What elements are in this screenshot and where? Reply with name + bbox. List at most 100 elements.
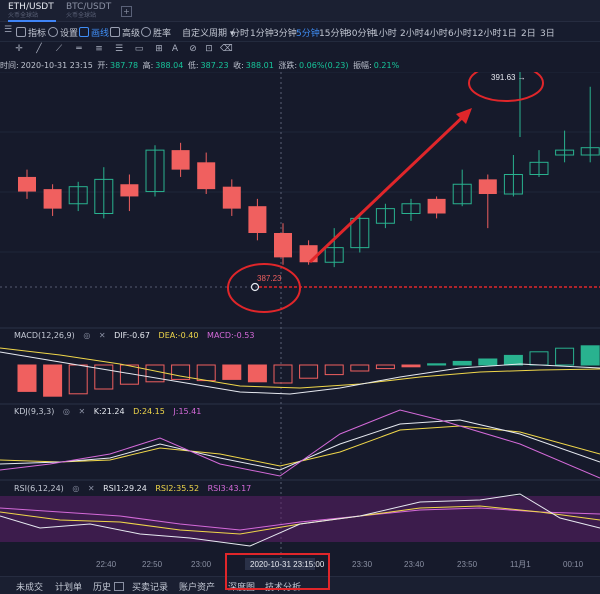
instrument-tab-bar: ETH/USDT 火币全球站 BTC/USDT 火币全球站 + — [0, 0, 600, 22]
amplitude-value: 0.21% — [373, 61, 400, 70]
advanced-label: 高级 — [122, 29, 141, 39]
candle-down — [248, 206, 267, 233]
time-tick: 22:50 — [142, 560, 163, 569]
custom-period-label: 自定义周期 — [182, 29, 228, 39]
rectangle-tool-icon[interactable]: ▭ — [134, 44, 144, 54]
measure-tool-icon[interactable]: ⊞ — [154, 44, 164, 54]
advanced-button[interactable]: 高级 — [110, 26, 140, 39]
macd-bar — [222, 364, 242, 380]
eye-icon[interactable]: ◎ — [63, 407, 70, 416]
period-30min[interactable]: 30分钟 — [346, 26, 375, 39]
candle-down — [171, 150, 190, 170]
lock-icon[interactable]: ⊡ — [204, 44, 214, 54]
candle-down — [120, 184, 139, 197]
price-chart[interactable]: 391.63 → 387.23 22:40 22:50 23:00 23:30 … — [0, 72, 600, 576]
macd-bar — [452, 360, 472, 366]
crosshair-icon[interactable]: ✛ — [14, 44, 24, 54]
macd-bar — [580, 345, 600, 366]
tab-account-assets[interactable]: 账户资产 — [179, 580, 215, 593]
low-highlight-circle — [227, 263, 301, 313]
macd-bar — [299, 364, 319, 379]
period-4h[interactable]: 4小时 — [424, 26, 448, 39]
trend-arrow-line — [308, 110, 470, 264]
indicators-label: 指标 — [28, 29, 47, 39]
eye-icon[interactable]: ◎ — [72, 484, 79, 493]
time-tick: 23:30 — [352, 560, 373, 569]
rsi3: RSI3:43.17 — [207, 484, 252, 493]
macd-bar — [17, 364, 37, 392]
history-label: 历史 — [93, 583, 112, 593]
macd-bar — [324, 364, 344, 376]
period-5min[interactable]: 5分钟 — [296, 26, 320, 39]
winrate-icon — [141, 27, 151, 37]
period-timeline[interactable]: 分时 — [231, 26, 249, 39]
time-axis: 22:40 22:50 23:00 23:30 23:40 23:50 11月1… — [96, 558, 584, 570]
winrate-label: 胜率 — [153, 29, 172, 39]
close-icon[interactable]: ✕ — [78, 407, 85, 416]
period-3d[interactable]: 3日 — [540, 26, 555, 39]
tab-exchange-label: 火币全球站 — [66, 12, 97, 19]
high-price-label: 391.63 → — [491, 73, 526, 82]
change-value: 0.06%(0.23) — [299, 61, 349, 70]
period-1min[interactable]: 1分钟 — [250, 26, 274, 39]
macd-bar — [247, 364, 267, 383]
macd-dea: DEA:-0.40 — [158, 331, 199, 340]
drawing-tools: ✛ ╱ ⟋ ═ ≡ ☰ ▭ ⊞ A ⊘ ⊡ ⌫ — [0, 42, 600, 57]
tab-trade-records[interactable]: 买卖记录 — [132, 580, 168, 593]
custom-period-button[interactable]: 自定义周期 ▾ — [182, 26, 234, 39]
history-icon — [114, 582, 125, 591]
tab-pair-label: ETH/USDT — [8, 2, 54, 12]
candle-down — [274, 233, 292, 258]
period-3min[interactable]: 3分钟 — [273, 26, 297, 39]
menu-icon[interactable]: ☰ — [4, 25, 12, 35]
macd-bar — [529, 351, 549, 366]
tab-history[interactable]: 历史 — [93, 580, 125, 593]
close-label: 收: — [233, 61, 244, 70]
magnet-icon[interactable]: ⊘ — [188, 44, 198, 54]
rsi1: RSI1:29.24 — [103, 484, 147, 493]
kdj-j-line — [0, 409, 600, 479]
text-tool-icon[interactable]: A — [170, 44, 180, 54]
fib-tool-icon[interactable]: ☰ — [114, 44, 124, 54]
eye-icon[interactable]: ◎ — [83, 331, 90, 340]
winrate-button[interactable]: 胜率 — [141, 26, 171, 39]
tab-eth-usdt[interactable]: ETH/USDT 火币全球站 — [8, 2, 56, 22]
ohlc-info-line: 时间: 2020-10-31 23:15 开: 387.78 高: 388.04 低:… — [0, 60, 600, 72]
period-12h[interactable]: 12小时 — [472, 26, 501, 39]
macd-bar — [273, 364, 293, 384]
time-tick: 23:40 — [404, 560, 425, 569]
macd-dif: DIF:-0.67 — [114, 331, 150, 340]
time-tick: 00:10 — [563, 560, 584, 569]
high-label: 高: — [142, 61, 154, 70]
draw-label: 画线 — [91, 29, 110, 39]
tab-open-orders[interactable]: 未成交 — [16, 580, 43, 593]
candle-down — [18, 176, 36, 192]
macd-bar — [401, 364, 421, 368]
close-icon[interactable]: ✕ — [88, 484, 95, 493]
kdj-name: KDJ(9,3,3) — [14, 407, 55, 416]
tab-plan-orders[interactable]: 计划单 — [55, 580, 82, 593]
close-icon[interactable]: ✕ — [99, 331, 106, 340]
kdj-k: K:21.24 — [93, 407, 125, 416]
channel-tool-icon[interactable]: ≡ — [94, 44, 104, 54]
tab-btc-usdt[interactable]: BTC/USDT 火币全球站 — [66, 2, 116, 20]
time-label: 时间: — [0, 61, 19, 70]
period-1d[interactable]: 1日 — [502, 26, 517, 39]
macd-header: MACD(12,26,9) ◎ ✕ DIF:-0.67 DEA:-0.40 MA… — [14, 331, 260, 340]
horizontal-line-icon[interactable]: ═ — [74, 44, 84, 54]
macd-bar — [43, 364, 63, 397]
add-tab-button[interactable]: + — [121, 6, 132, 17]
settings-button[interactable]: 设置 — [48, 26, 78, 39]
period-2d[interactable]: 2日 — [521, 26, 536, 39]
draw-button[interactable]: 画线 — [79, 26, 109, 39]
period-1h[interactable]: 1小时 — [373, 26, 397, 39]
indicators-button[interactable]: 指标 — [16, 26, 46, 39]
macd-value: MACD:-0.53 — [207, 331, 255, 340]
time-value: 2020-10-31 23:15 — [20, 61, 93, 70]
ray-tool-icon[interactable]: ⟋ — [54, 44, 64, 54]
period-6h[interactable]: 6小时 — [448, 26, 472, 39]
delete-icon[interactable]: ⌫ — [220, 44, 233, 54]
period-2h[interactable]: 2小时 — [400, 26, 424, 39]
line-tool-icon[interactable]: ╱ — [34, 44, 44, 54]
period-15min[interactable]: 15分钟 — [319, 26, 348, 39]
